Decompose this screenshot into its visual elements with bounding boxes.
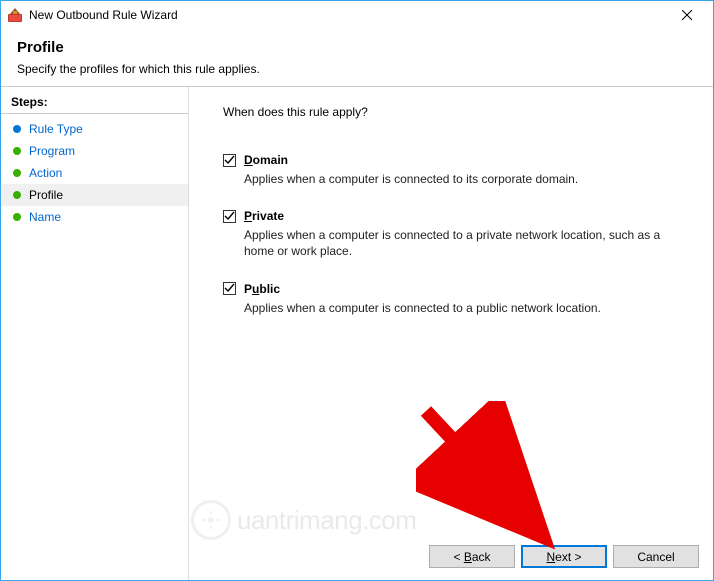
close-button[interactable] (667, 2, 707, 28)
wizard-header: Profile Specify the profiles for which t… (1, 29, 713, 86)
page-title: Profile (17, 39, 697, 56)
step-link[interactable]: Rule Type (29, 122, 83, 136)
step-label: Profile (29, 188, 63, 202)
back-button[interactable]: < Back (429, 545, 515, 568)
question-text: When does this rule apply? (223, 105, 691, 119)
window-title: New Outbound Rule Wizard (29, 8, 667, 22)
option-desc: Applies when a computer is connected to … (244, 171, 684, 187)
step-bullet-icon (13, 191, 21, 199)
step-link[interactable]: Program (29, 144, 75, 158)
option-label: Private (244, 209, 284, 223)
option-label: Domain (244, 153, 288, 167)
step-bullet-icon (13, 213, 21, 221)
page-subtitle: Specify the profiles for which this rule… (17, 62, 697, 76)
step-link[interactable]: Name (29, 210, 61, 224)
option-desc: Applies when a computer is connected to … (244, 300, 684, 316)
titlebar: New Outbound Rule Wizard (1, 1, 713, 29)
checkmark-icon (224, 155, 235, 166)
checkbox-public[interactable] (223, 282, 236, 295)
step-name[interactable]: Name (1, 206, 188, 228)
steps-heading: Steps: (1, 93, 188, 114)
checkbox-private[interactable] (223, 210, 236, 223)
app-icon (7, 7, 23, 23)
checkmark-icon (224, 283, 235, 294)
option-public: Public Applies when a computer is connec… (223, 282, 691, 316)
option-domain: Domain Applies when a computer is connec… (223, 153, 691, 187)
option-label: Public (244, 282, 280, 296)
step-bullet-icon (13, 169, 21, 177)
option-desc: Applies when a computer is connected to … (244, 227, 684, 259)
wizard-body: Steps: Rule Type Program Action Profile … (1, 86, 713, 580)
step-rule-type[interactable]: Rule Type (1, 118, 188, 140)
steps-sidebar: Steps: Rule Type Program Action Profile … (1, 87, 189, 580)
step-profile[interactable]: Profile (1, 184, 188, 206)
step-link[interactable]: Action (29, 166, 62, 180)
step-action[interactable]: Action (1, 162, 188, 184)
close-icon (682, 10, 692, 20)
button-row: < Back Next > Cancel (429, 545, 699, 568)
step-bullet-icon (13, 125, 21, 133)
next-button[interactable]: Next > (521, 545, 607, 568)
option-private: Private Applies when a computer is conne… (223, 209, 691, 259)
step-bullet-icon (13, 147, 21, 155)
checkbox-domain[interactable] (223, 154, 236, 167)
cancel-button[interactable]: Cancel (613, 545, 699, 568)
main-pane: When does this rule apply? Domain Applie… (189, 87, 713, 580)
step-program[interactable]: Program (1, 140, 188, 162)
checkmark-icon (224, 211, 235, 222)
wizard-window: New Outbound Rule Wizard Profile Specify… (0, 0, 714, 581)
